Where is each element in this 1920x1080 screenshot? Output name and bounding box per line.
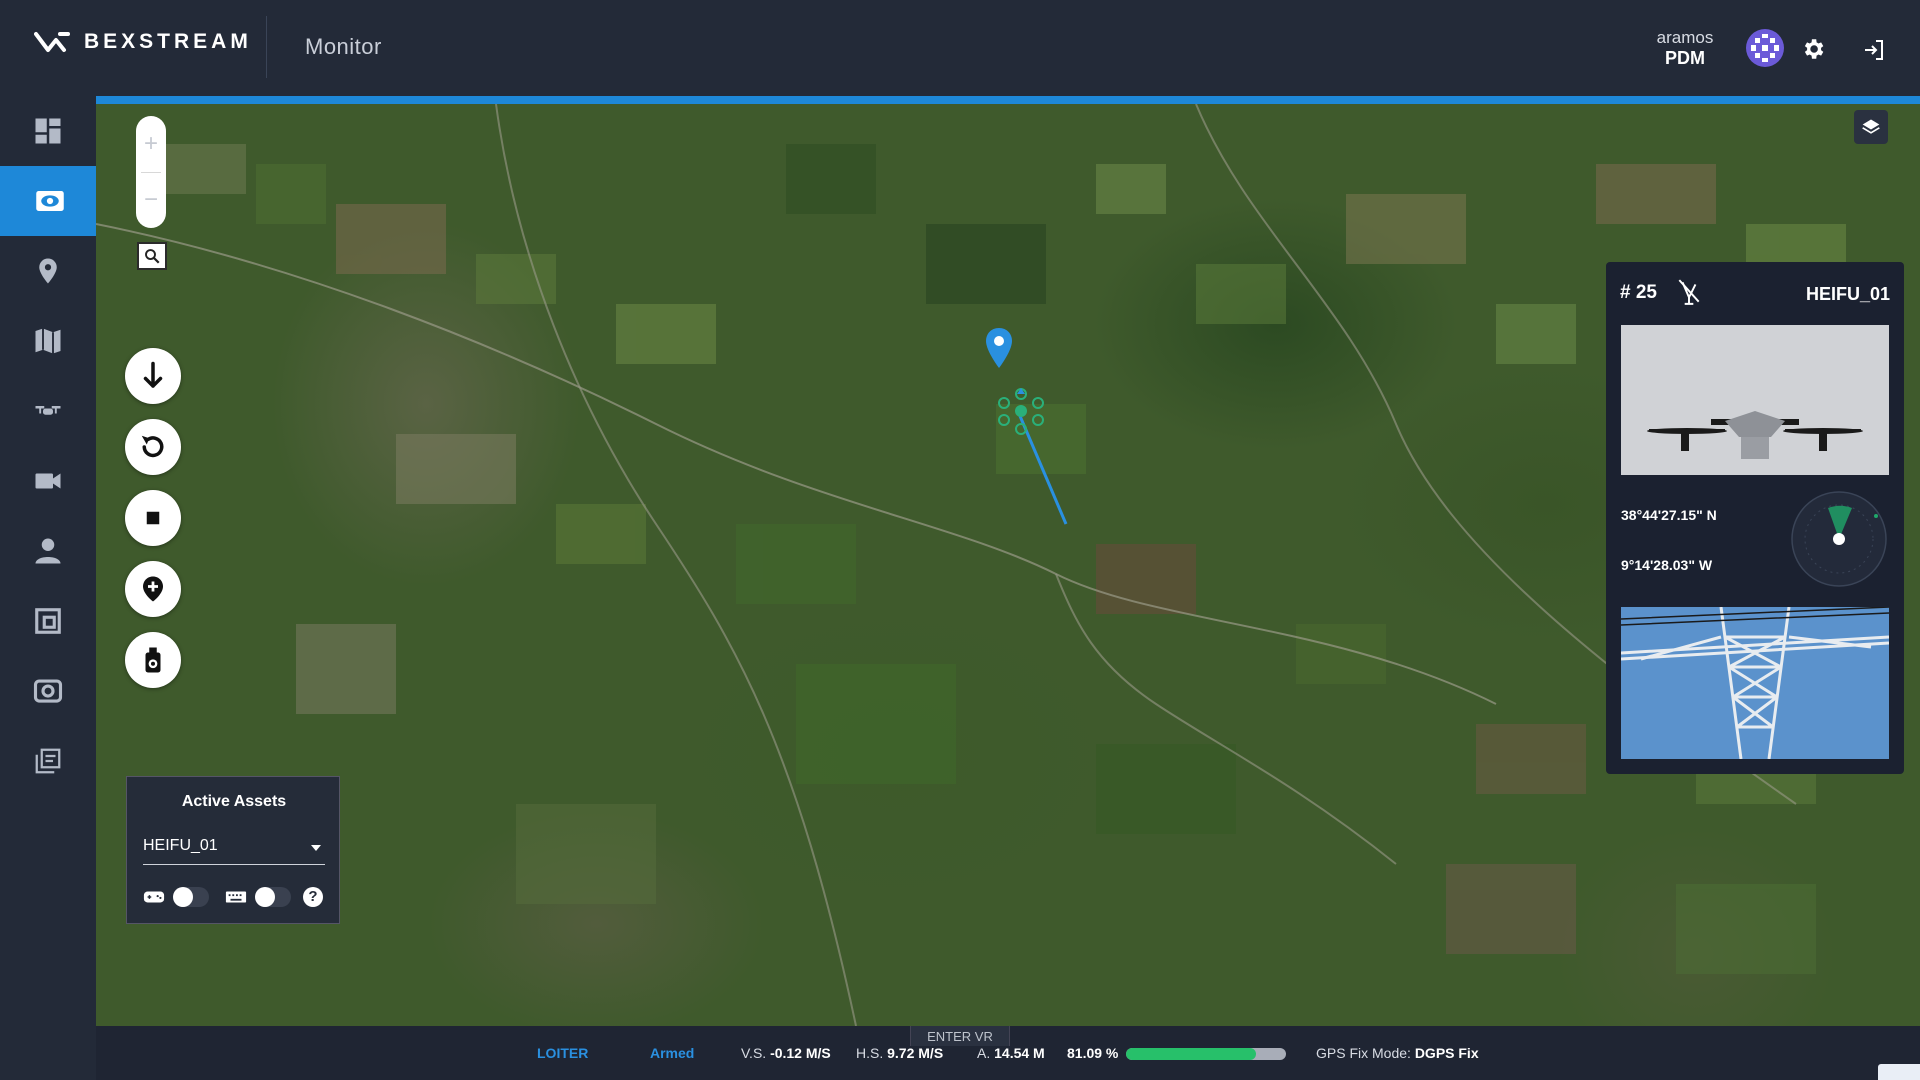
gamepad-icon (143, 891, 165, 903)
logout-icon[interactable] (1862, 38, 1886, 62)
drone-name: HEIFU_01 (1805, 284, 1890, 304)
flight-mode: LOITER (537, 1045, 589, 1061)
stop-button[interactable] (125, 490, 181, 546)
battery-value: 81.09 % (1067, 1045, 1119, 1061)
user-role: PDM (1665, 48, 1705, 68)
map-search-button[interactable] (137, 242, 167, 270)
altitude: A. 14.54 M (977, 1045, 1045, 1061)
battery-percent: 81.09 % (1067, 1045, 1118, 1061)
gamepad-toggle[interactable] (173, 887, 209, 907)
drone-photo-image (1621, 325, 1889, 475)
top-header: BEXSTREAM Monitor aramos PDM (0, 0, 1920, 96)
user-name: aramos (1656, 28, 1714, 47)
help-button[interactable]: ? (303, 887, 323, 907)
search-icon (145, 249, 160, 264)
sidebar-item-missions[interactable] (0, 726, 96, 796)
brand-logo[interactable]: BEXSTREAM (34, 30, 252, 54)
drone-icon (35, 406, 61, 415)
sidebar-item-maps[interactable] (0, 306, 96, 376)
return-home-icon (141, 435, 164, 458)
location-pin-icon (39, 258, 57, 284)
sidebar-item-camera[interactable] (0, 656, 96, 726)
camera-icon (33, 679, 63, 703)
zoom-in-button[interactable]: + (136, 116, 166, 172)
camera-capture-icon (145, 647, 161, 673)
corner-tag (1878, 1064, 1920, 1080)
battery-bar-fill (1126, 1048, 1256, 1060)
avatar[interactable] (1745, 28, 1785, 68)
sidebar (0, 96, 100, 1080)
zoom-control: + − (136, 116, 166, 228)
compass-icon (1791, 491, 1887, 587)
enter-vr-button[interactable]: ENTER VR (910, 1026, 1010, 1046)
sidebar-item-users[interactable] (0, 516, 96, 586)
stop-icon (146, 511, 160, 525)
keyboard-icon (225, 891, 247, 903)
toggle-knob (255, 887, 275, 907)
asset-select[interactable]: HEIFU_01 (143, 837, 325, 865)
armed-status: Armed (650, 1045, 695, 1061)
gps-fix-label: GPS Fix Mode: (1316, 1045, 1411, 1061)
keyboard-toggle[interactable] (255, 887, 291, 907)
drone-longitude: 9°14'28.03" W (1621, 557, 1713, 573)
camera-feed (1621, 607, 1889, 759)
map-layers-button[interactable] (1854, 110, 1888, 144)
app-root: BEXSTREAM Monitor aramos PDM + − Active … (0, 0, 1920, 1080)
header-divider (266, 16, 267, 78)
dashboard-icon (35, 118, 61, 144)
drone-position-icon[interactable] (996, 386, 1046, 436)
return-home-button[interactable] (125, 419, 181, 475)
horizontal-speed-label: H.S. (856, 1045, 884, 1061)
sidebar-item-monitor[interactable] (0, 166, 100, 236)
drone-number: # 25 (1620, 282, 1657, 303)
active-assets-panel: Active Assets HEIFU_01 ? (126, 776, 340, 924)
video-camera-icon (35, 473, 61, 489)
active-assets-title: Active Assets (181, 793, 287, 810)
add-waypoint-icon (143, 576, 163, 602)
add-waypoint-button[interactable] (125, 561, 181, 617)
signal-off-icon[interactable] (1676, 278, 1702, 306)
chevron-down-icon (311, 845, 321, 851)
land-button[interactable] (125, 348, 181, 404)
bexstream-logo-icon (34, 32, 70, 52)
missions-icon (35, 748, 61, 774)
zoom-out-button[interactable]: − (136, 172, 166, 228)
sidebar-item-dashboard[interactable] (0, 96, 96, 166)
toggle-knob (173, 887, 193, 907)
asset-select-value: HEIFU_01 (143, 837, 218, 854)
land-icon (143, 361, 163, 388)
page-title: Monitor (305, 34, 382, 59)
horizontal-speed: H.S. 9.72 M/S (856, 1045, 943, 1061)
media-library-icon (35, 608, 61, 634)
camera-capture-button[interactable] (125, 632, 181, 688)
drone-photo (1621, 325, 1889, 475)
asset-controls: ? (143, 885, 325, 909)
sidebar-item-media[interactable] (0, 586, 96, 656)
gps-fix: GPS Fix Mode: DGPS Fix (1316, 1045, 1479, 1061)
brand-name: BEXSTREAM (84, 30, 252, 53)
header-accent-bar (96, 96, 1920, 104)
vertical-speed: V.S. -0.12 M/S (741, 1045, 831, 1061)
gps-fix-value: DGPS Fix (1414, 1045, 1479, 1061)
map-icon (35, 328, 61, 354)
battery-bar (1126, 1048, 1286, 1060)
user-icon (35, 538, 61, 564)
horizontal-speed-value: 9.72 M/S (887, 1045, 944, 1061)
vertical-speed-label: V.S. (741, 1045, 767, 1061)
altitude-value: 14.54 M (994, 1045, 1045, 1061)
gear-icon[interactable] (1800, 36, 1826, 62)
drone-info-panel: # 25 HEIFU_01 38°44'27.15" N 9°14'28.03"… (1606, 262, 1904, 774)
camera-feed-image (1621, 607, 1889, 759)
eye-icon (36, 191, 64, 211)
sidebar-item-locations[interactable] (0, 236, 96, 306)
altitude-label: A. (977, 1045, 991, 1061)
destination-pin-icon[interactable] (984, 326, 1014, 370)
vertical-speed-value: -0.12 M/S (770, 1045, 831, 1061)
sidebar-item-video[interactable] (0, 446, 96, 516)
drone-latitude: 38°44'27.15" N (1621, 507, 1717, 523)
layers-icon (1862, 119, 1880, 134)
sidebar-item-drones[interactable] (0, 376, 96, 446)
user-info[interactable]: aramos PDM (1640, 28, 1730, 68)
